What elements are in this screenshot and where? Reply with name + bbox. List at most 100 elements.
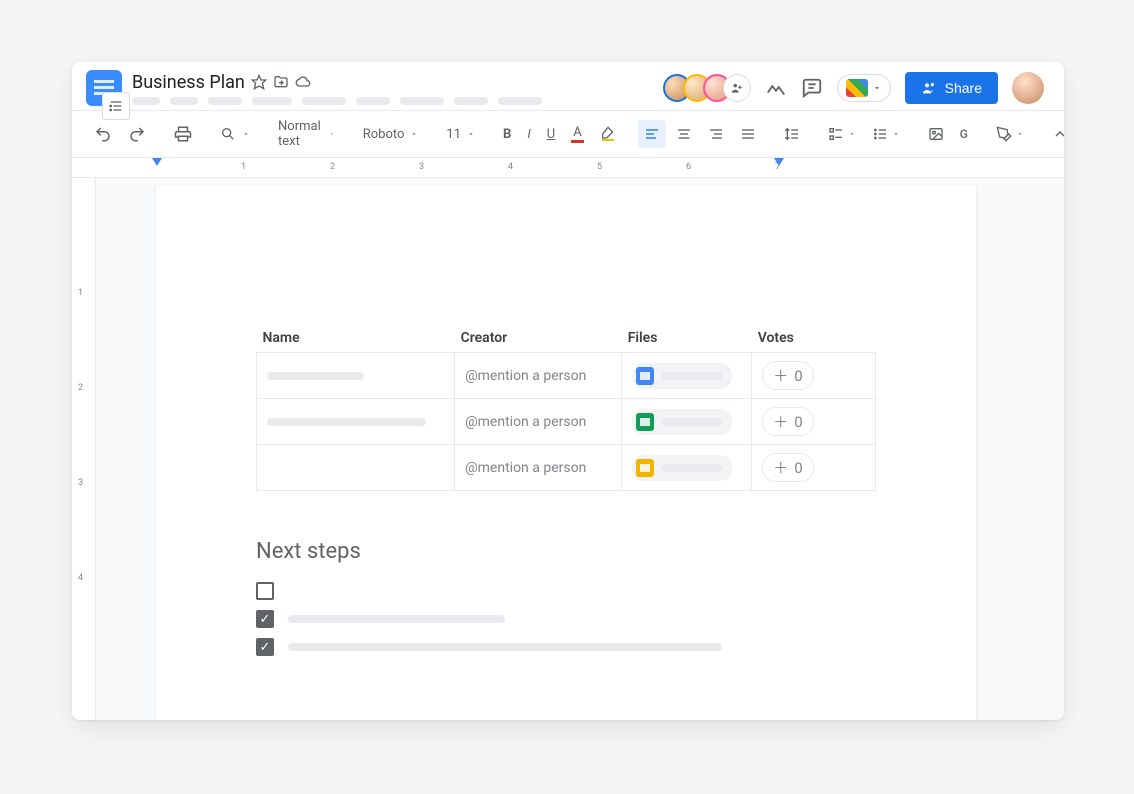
- header: Business Plan: [72, 62, 1064, 110]
- cell-name[interactable]: [257, 399, 455, 445]
- font-select[interactable]: Roboto: [357, 123, 425, 146]
- checkbox[interactable]: [256, 638, 274, 656]
- checklist-text-placeholder[interactable]: [288, 643, 722, 651]
- align-left-button[interactable]: [638, 120, 666, 148]
- align-center-button[interactable]: [670, 120, 698, 148]
- italic-button[interactable]: I: [521, 121, 536, 148]
- collapse-toolbar-button[interactable]: [1046, 120, 1064, 148]
- meet-icon: [846, 79, 868, 97]
- zoom-select[interactable]: [214, 122, 256, 146]
- editing-mode-button[interactable]: [990, 120, 1030, 148]
- star-icon[interactable]: [251, 74, 267, 90]
- ruler-tick: 1: [241, 162, 246, 172]
- line-spacing-button[interactable]: [778, 120, 806, 148]
- ruler-tick: 3: [78, 478, 83, 488]
- mention-placeholder[interactable]: @mention a person: [465, 460, 586, 476]
- ruler-tick: 1: [78, 288, 83, 298]
- collaborator-avatars[interactable]: [663, 74, 751, 102]
- vote-chip[interactable]: ＋0: [762, 453, 813, 482]
- slide-file-icon: [636, 459, 654, 477]
- doc-file-icon: [636, 367, 654, 385]
- document-title[interactable]: Business Plan: [132, 72, 245, 93]
- next-steps-heading: Next steps: [256, 539, 876, 564]
- align-justify-button[interactable]: [734, 120, 762, 148]
- share-people-icon: [921, 80, 937, 96]
- horizontal-ruler[interactable]: 1234567: [72, 158, 1064, 178]
- share-label: Share: [945, 80, 982, 96]
- ruler-tick: 5: [597, 162, 602, 172]
- paragraph-style-select[interactable]: Normal text: [272, 115, 341, 153]
- collaborator-anonymous[interactable]: [723, 74, 751, 102]
- checkbox[interactable]: [256, 610, 274, 628]
- cell-files[interactable]: [622, 399, 752, 445]
- mention-placeholder[interactable]: @mention a person: [465, 368, 586, 384]
- table-row[interactable]: @mention a person＋0: [257, 399, 876, 445]
- paragraph-style-label: Normal text: [278, 119, 323, 149]
- cell-creator[interactable]: @mention a person: [455, 399, 622, 445]
- cell-creator[interactable]: @mention a person: [455, 353, 622, 399]
- google-docs-window: Business Plan: [72, 62, 1064, 720]
- move-icon[interactable]: [273, 74, 289, 90]
- file-chip[interactable]: [632, 409, 732, 435]
- document-page[interactable]: Name Creator Files Votes @mention a pers…: [156, 186, 976, 720]
- cell-name[interactable]: [257, 445, 455, 491]
- cell-files[interactable]: [622, 445, 752, 491]
- insert-image-button[interactable]: [922, 120, 950, 148]
- cell-files[interactable]: [622, 353, 752, 399]
- table-row[interactable]: @mention a person ＋0: [257, 445, 876, 491]
- left-indent-marker[interactable]: [152, 158, 162, 166]
- toolbar: Normal text Roboto 11 B I U A G: [72, 110, 1064, 158]
- column-header-files: Files: [622, 326, 752, 353]
- bold-button[interactable]: B: [497, 121, 517, 148]
- file-chip[interactable]: [632, 455, 732, 481]
- bullet-list-button[interactable]: [866, 120, 906, 148]
- account-avatar[interactable]: [1012, 72, 1044, 104]
- cell-name[interactable]: [257, 353, 455, 399]
- redo-button[interactable]: [122, 119, 152, 149]
- checkbox[interactable]: [256, 582, 274, 600]
- meet-button[interactable]: [837, 74, 891, 102]
- share-button[interactable]: Share: [905, 72, 998, 104]
- cloud-status-icon[interactable]: [295, 74, 311, 90]
- editor-body: 1234 Name Creator Files Votes @menti: [72, 178, 1064, 720]
- vertical-ruler[interactable]: 1234: [72, 178, 96, 720]
- checklist-button[interactable]: [822, 120, 862, 148]
- align-right-button[interactable]: [702, 120, 730, 148]
- vote-chip[interactable]: ＋0: [762, 407, 813, 436]
- highlight-button[interactable]: [594, 120, 622, 148]
- sheet-file-icon: [636, 413, 654, 431]
- header-right: Share: [663, 72, 1044, 104]
- building-blocks-table[interactable]: Name Creator Files Votes @mention a pers…: [256, 326, 876, 491]
- grammarly-button[interactable]: G: [954, 121, 974, 147]
- checklist-item[interactable]: [256, 582, 876, 600]
- underline-button[interactable]: U: [541, 121, 561, 148]
- plus-icon: ＋: [773, 411, 788, 432]
- undo-button[interactable]: [88, 119, 118, 149]
- ruler-tick: 2: [330, 162, 335, 172]
- page-scroll[interactable]: Name Creator Files Votes @mention a pers…: [96, 178, 1064, 720]
- file-chip[interactable]: [632, 363, 732, 389]
- checklist-item[interactable]: [256, 638, 876, 656]
- menu-bar[interactable]: [132, 97, 653, 105]
- mention-placeholder[interactable]: @mention a person: [465, 414, 586, 430]
- plus-icon: ＋: [773, 457, 788, 478]
- cell-votes[interactable]: ＋0: [752, 353, 876, 399]
- title-area: Business Plan: [132, 72, 653, 105]
- font-label: Roboto: [363, 127, 405, 142]
- chevron-down-icon: [872, 83, 882, 93]
- font-size-select[interactable]: 11: [440, 123, 481, 146]
- vote-chip[interactable]: ＋0: [762, 361, 813, 390]
- vote-count: 0: [794, 413, 802, 431]
- checklist-item[interactable]: [256, 610, 876, 628]
- table-row[interactable]: @mention a person ＋0: [257, 353, 876, 399]
- column-header-creator: Creator: [455, 326, 622, 353]
- cell-votes[interactable]: ＋0: [752, 399, 876, 445]
- ruler-tick: 7: [775, 162, 780, 172]
- print-button[interactable]: [168, 119, 198, 149]
- cell-votes[interactable]: ＋0: [752, 445, 876, 491]
- comments-icon[interactable]: [801, 77, 823, 99]
- cell-creator[interactable]: @mention a person: [455, 445, 622, 491]
- checklist-text-placeholder[interactable]: [288, 615, 505, 623]
- text-color-button[interactable]: A: [565, 119, 589, 149]
- activity-icon[interactable]: [765, 77, 787, 99]
